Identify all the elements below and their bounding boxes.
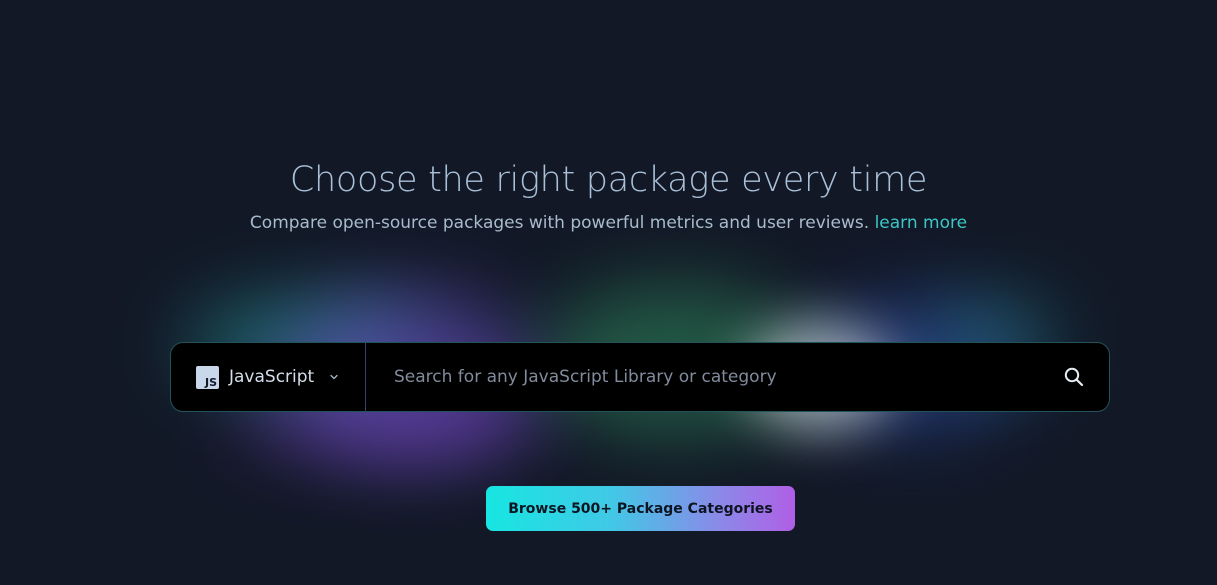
javascript-logo-text: JS bbox=[204, 375, 217, 389]
javascript-logo-icon: JS bbox=[196, 365, 219, 389]
search-icon bbox=[1064, 367, 1084, 387]
hero-title: Choose the right package every time bbox=[289, 160, 928, 200]
language-label: JavaScript bbox=[229, 367, 315, 387]
page: Choose the right package every time Comp… bbox=[0, 0, 1217, 585]
chevron-down-icon bbox=[330, 374, 338, 380]
browse-categories-button[interactable]: Browse 500+ Package Categories bbox=[486, 486, 795, 531]
hero-subtitle-text: Compare open-source packages with powerf… bbox=[249, 213, 870, 233]
search-input[interactable] bbox=[366, 342, 1039, 412]
learn-more-link[interactable]: learn more bbox=[875, 213, 968, 233]
search-button[interactable] bbox=[1039, 343, 1109, 411]
hero-subtitle: Compare open-source packages with powerf… bbox=[0, 211, 1217, 235]
search-bar: JS JavaScript bbox=[170, 342, 1110, 412]
language-dropdown[interactable]: JS JavaScript bbox=[171, 343, 366, 411]
